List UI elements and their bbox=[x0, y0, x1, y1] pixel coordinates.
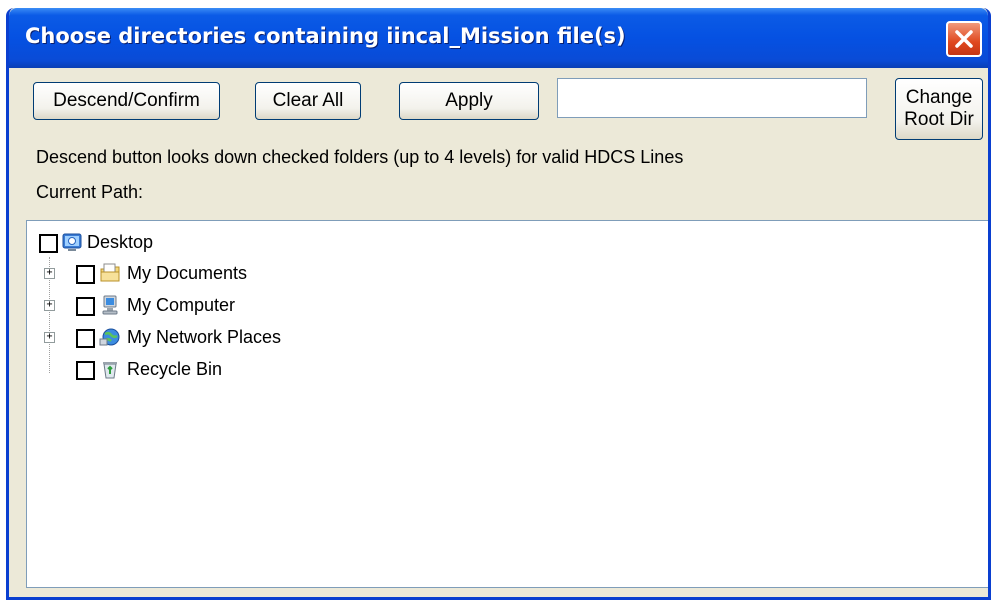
current-path-label: Current Path: bbox=[36, 182, 144, 202]
expand-toggle[interactable]: + bbox=[44, 300, 55, 311]
my-computer-icon bbox=[102, 295, 118, 315]
clear-all-button[interactable]: Clear All bbox=[255, 82, 361, 120]
title-bar[interactable]: Choose directories containing iincal_Mis… bbox=[9, 8, 988, 68]
my-network-places-checkbox[interactable] bbox=[76, 329, 95, 348]
folder-tree[interactable]: Desktop + My Documents + My Computer + M… bbox=[26, 220, 988, 588]
tree-node-label: Recycle Bin bbox=[127, 359, 223, 379]
network-places-icon bbox=[99, 328, 120, 346]
dialog-window: Choose directories containing iincal_Mis… bbox=[6, 8, 991, 600]
close-icon bbox=[955, 30, 973, 48]
change-root-line2: Root Dir bbox=[904, 109, 974, 130]
tree-node-label: My Network Places bbox=[127, 327, 282, 347]
expand-toggle[interactable]: + bbox=[44, 332, 55, 343]
my-documents-icon bbox=[100, 263, 120, 282]
my-computer-checkbox[interactable] bbox=[76, 297, 95, 316]
desktop-checkbox[interactable] bbox=[39, 234, 58, 253]
apply-button[interactable]: Apply bbox=[399, 82, 539, 120]
my-documents-checkbox[interactable] bbox=[76, 265, 95, 284]
expand-toggle[interactable]: + bbox=[44, 268, 55, 279]
descend-confirm-button[interactable]: Descend/Confirm bbox=[33, 82, 220, 120]
change-root-dir-button[interactable]: Change Root Dir bbox=[895, 78, 983, 140]
path-input[interactable] bbox=[557, 78, 867, 118]
recycle-bin-checkbox[interactable] bbox=[76, 361, 95, 380]
window-title: Choose directories containing iincal_Mis… bbox=[25, 24, 626, 48]
recycle-bin-icon bbox=[103, 362, 117, 379]
desktop-icon bbox=[62, 233, 82, 251]
close-button[interactable] bbox=[946, 21, 982, 57]
tree-node-label: Desktop bbox=[87, 232, 154, 252]
tree-node-label: My Documents bbox=[127, 263, 248, 283]
change-root-line1: Change bbox=[905, 87, 973, 108]
tree-node-label: My Computer bbox=[127, 295, 236, 315]
descend-hint-text: Descend button looks down checked folder… bbox=[36, 147, 684, 167]
